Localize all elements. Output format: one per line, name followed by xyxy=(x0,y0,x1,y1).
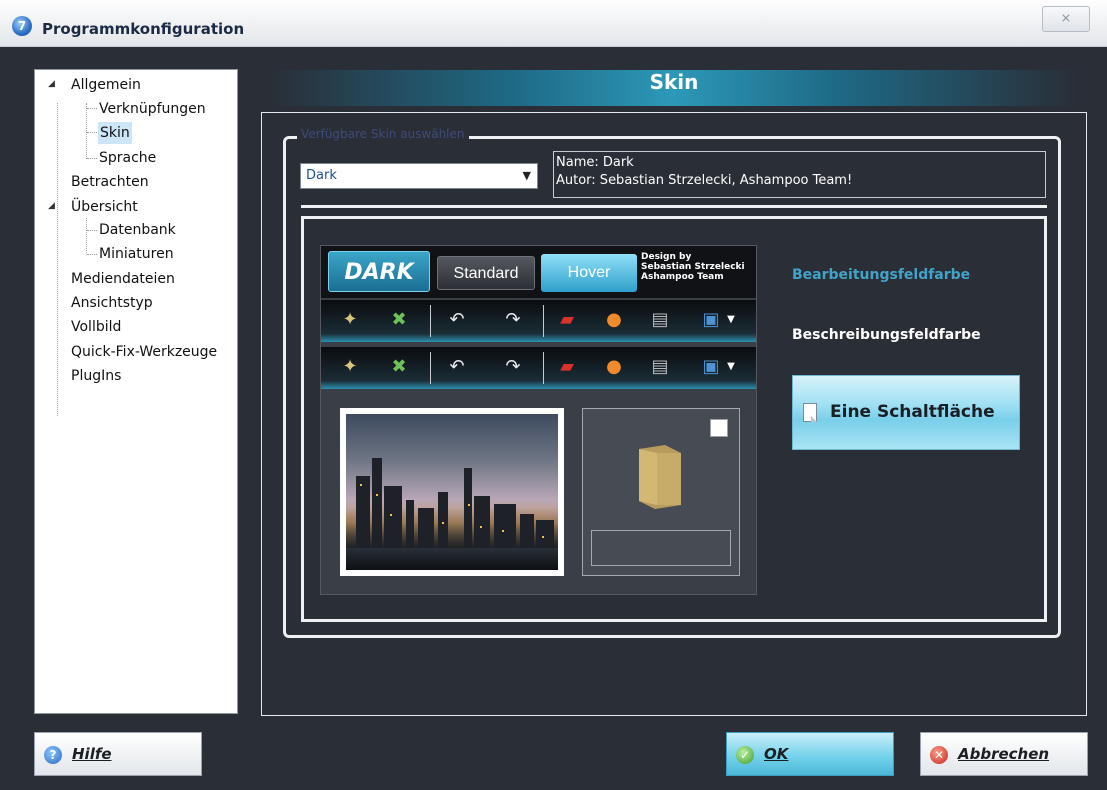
tree-item-vollbild[interactable]: Vollbild xyxy=(71,316,121,338)
redo-icon: ↷ xyxy=(505,309,521,330)
description-field-color-label[interactable]: Beschreibungsfeldfarbe xyxy=(792,327,981,343)
tree-item-allgemein[interactable]: Allgemein xyxy=(71,74,141,96)
preview-tab-bar: DARK Standard Hover Design by Sebastian … xyxy=(321,246,756,298)
rotate-person-icon: ✖ xyxy=(391,356,407,377)
help-button[interactable]: ? Hilfe xyxy=(34,732,202,776)
tree-connector xyxy=(87,132,97,133)
tree-connector xyxy=(86,218,87,253)
tree-item-mediendateien[interactable]: Mediendateien xyxy=(71,268,175,290)
redo-icon: ↷ xyxy=(505,356,521,377)
chevron-down-icon[interactable]: ▼ xyxy=(523,164,531,188)
section-title: Skin xyxy=(649,70,699,94)
toolbar-separator xyxy=(430,352,431,384)
preview-toolbar-dark: ✦ ✖ ↶ ↷ ▰ ● ▤ ▣ ▼ xyxy=(321,300,756,342)
preview-tab-standard: Standard xyxy=(437,256,535,290)
tree-item-datenbank[interactable]: Datenbank xyxy=(99,219,176,241)
thumbnail-checkbox xyxy=(710,419,728,437)
ok-button-label: OK xyxy=(764,745,789,763)
title-bar: 7 Programmkonfiguration ⨯ xyxy=(0,0,1107,47)
expanded-arrow-icon[interactable]: ◢ xyxy=(48,79,55,89)
settings-tree[interactable]: ◢ Allgemein Verknüpfungen Skin Sprache B… xyxy=(34,69,238,714)
tree-item-miniaturen[interactable]: Miniaturen xyxy=(99,243,174,265)
groupbox-legend: Verfügbare Skin auswählen xyxy=(297,127,469,141)
tree-item-skin[interactable]: Skin xyxy=(98,122,132,144)
skin-select-value: Dark xyxy=(306,168,337,183)
tree-item-ansichtstyp[interactable]: Ansichtstyp xyxy=(71,292,153,314)
toolbar-separator xyxy=(543,305,544,337)
tree-connector xyxy=(57,103,58,416)
design-credit: Design by Sebastian Strzelecki Ashampoo … xyxy=(641,252,745,282)
skin-name: Name: Dark xyxy=(556,155,634,170)
toolbar-separator xyxy=(543,352,544,384)
pdf-icon: ▰ xyxy=(560,309,574,330)
preview-thumbnail-photo xyxy=(340,408,564,576)
chevron-down-icon: ▼ xyxy=(727,314,735,325)
preview-tab-hover: Hover xyxy=(541,254,637,292)
divider xyxy=(301,205,1047,208)
checkmark-icon: ✓ xyxy=(736,746,754,764)
sample-button[interactable]: Eine Schaltfläche xyxy=(792,375,1020,450)
tree-item-sprache[interactable]: Sprache xyxy=(99,147,156,169)
tree-item-uebersicht[interactable]: Übersicht xyxy=(71,196,138,218)
preview-toolbar-hover: ✦ ✖ ↶ ↷ ▰ ● ▤ ▣ ▼ xyxy=(321,347,756,389)
design-credit-line: Design by xyxy=(641,252,692,262)
config-window: 7 Programmkonfiguration ⨯ ◢ Allgemein Ve… xyxy=(0,0,1107,790)
preview-thumbnail-folder xyxy=(582,408,740,576)
document-icon xyxy=(803,403,817,422)
skin-info-box: Name: Dark Autor: Sebastian Strzelecki, … xyxy=(553,151,1046,198)
tree-connector xyxy=(87,108,97,109)
tree-connector xyxy=(87,230,97,231)
tree-item-verknuepfungen[interactable]: Verknüpfungen xyxy=(99,98,206,120)
thumbnail-caption-box xyxy=(591,530,731,566)
help-icon: ? xyxy=(44,746,62,764)
undo-icon: ↶ xyxy=(449,309,465,330)
rotate-person-icon: ✖ xyxy=(391,309,407,330)
window-title: Programmkonfiguration xyxy=(42,20,245,38)
undo-icon: ↶ xyxy=(449,356,465,377)
city-skyline-image xyxy=(346,414,558,570)
image-enhance-icon: ✦ xyxy=(342,356,358,377)
skin-author: Autor: Sebastian Strzelecki, Ashampoo Te… xyxy=(556,173,853,188)
cancel-button-label: Abbrechen xyxy=(958,745,1050,763)
burn-disc-icon: ● xyxy=(606,356,622,377)
section-header: Skin xyxy=(270,70,1078,106)
help-button-label: Hilfe xyxy=(72,745,112,763)
folder-icon xyxy=(639,445,681,509)
sample-button-label: Eine Schaltfläche xyxy=(830,402,995,422)
ok-button[interactable]: ✓ OK xyxy=(726,732,894,776)
file-cabinet-icon: ▤ xyxy=(651,356,669,377)
tree-item-quick-fix[interactable]: Quick-Fix-Werkzeuge xyxy=(71,341,217,363)
design-credit-line: Ashampoo Team xyxy=(641,272,724,282)
skin-select[interactable]: Dark ▼ xyxy=(300,163,538,189)
app-logo-icon: 7 xyxy=(12,16,32,36)
design-credit-line: Sebastian Strzelecki xyxy=(641,262,745,272)
tree-item-plugins[interactable]: PlugIns xyxy=(71,365,121,387)
chevron-down-icon: ▼ xyxy=(727,361,735,372)
tree-item-betrachten[interactable]: Betrachten xyxy=(71,171,149,193)
burn-disc-icon: ● xyxy=(606,309,622,330)
toolbar-separator xyxy=(430,305,431,337)
edit-field-color-label[interactable]: Bearbeitungsfeldfarbe xyxy=(792,267,970,283)
cancel-button[interactable]: ✕ Abbrechen xyxy=(920,732,1088,776)
image-enhance-icon: ✦ xyxy=(342,309,358,330)
tree-connector xyxy=(87,158,97,159)
close-button[interactable]: ⨯ xyxy=(1042,6,1090,32)
cancel-icon: ✕ xyxy=(930,746,948,764)
tree-connector xyxy=(87,254,97,255)
expanded-arrow-icon[interactable]: ◢ xyxy=(48,201,55,211)
tree-connector xyxy=(86,103,87,159)
pdf-icon: ▰ xyxy=(560,356,574,377)
preview-tab-dark: DARK xyxy=(328,251,430,292)
skin-preview: DARK Standard Hover Design by Sebastian … xyxy=(320,245,757,595)
file-cabinet-icon: ▤ xyxy=(651,309,669,330)
